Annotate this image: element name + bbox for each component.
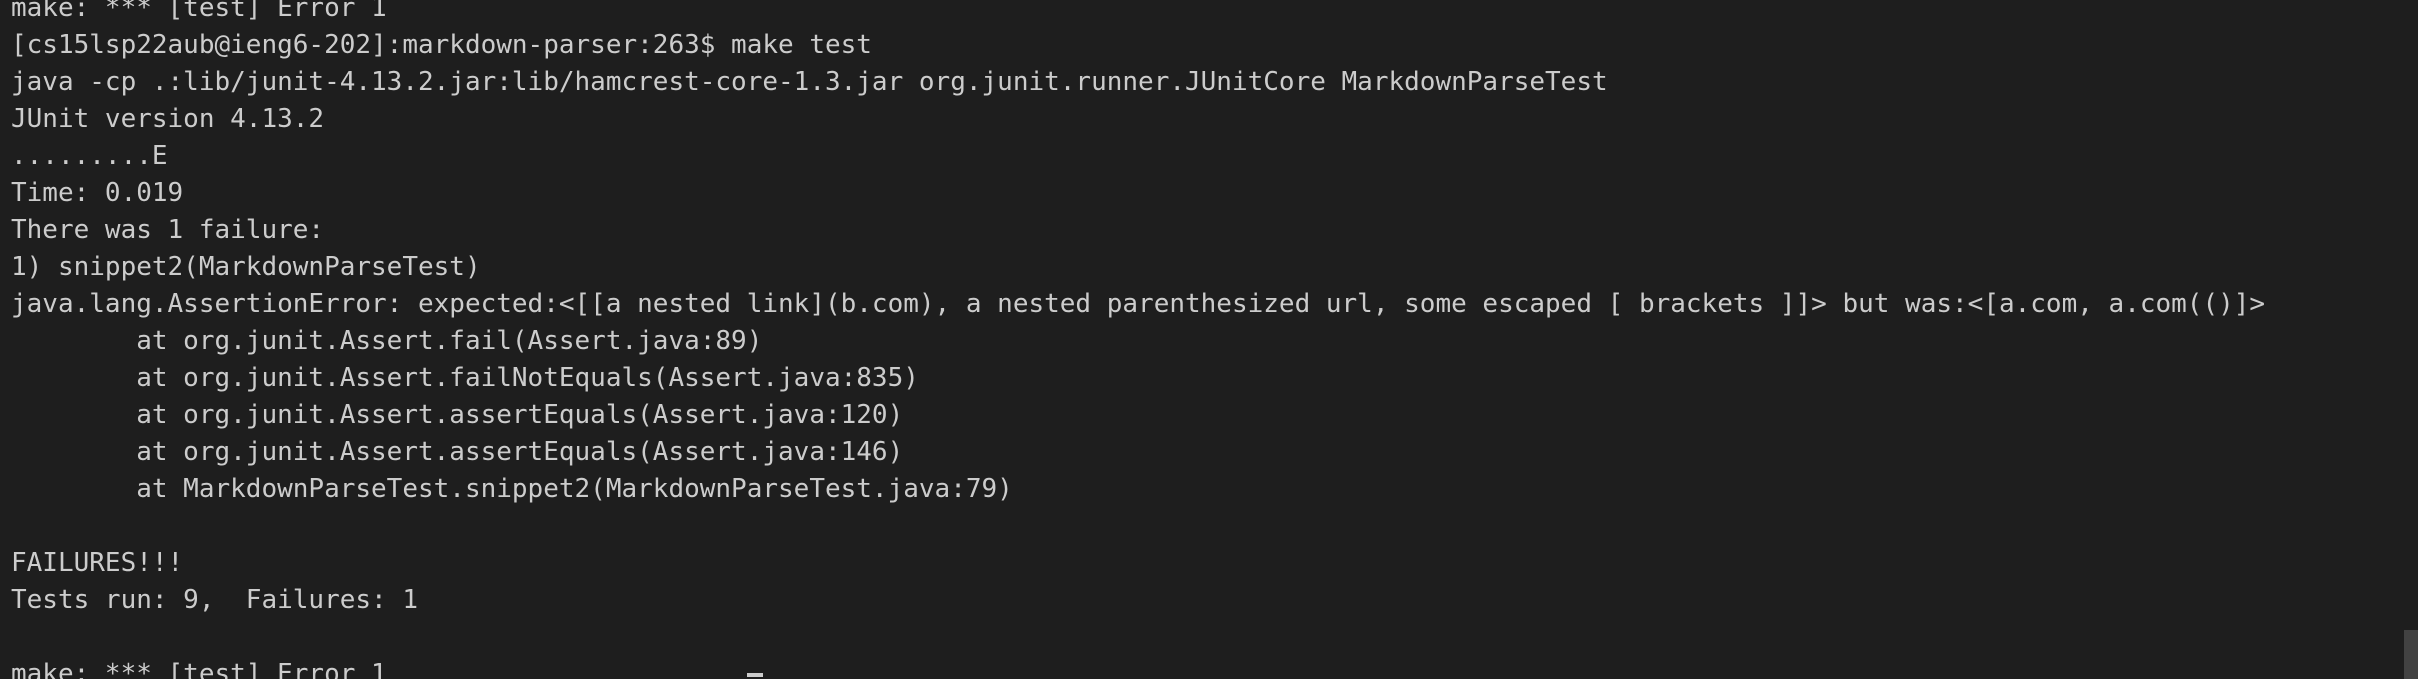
- terminal-line: FAILURES!!!: [11, 548, 184, 578]
- terminal-line: at org.junit.Assert.assertEquals(Assert.…: [11, 437, 904, 467]
- terminal-line: 1) snippet2(MarkdownParseTest): [11, 252, 481, 282]
- terminal-line: java -cp .:lib/junit-4.13.2.jar:lib/hamc…: [11, 67, 1608, 97]
- terminal-output: make: *** [test] Error 1 [cs15lsp22aub@ie…: [11, 0, 2265, 679]
- terminal-line: There was 1 failure:: [11, 215, 325, 245]
- terminal-line: make: *** [test] Error 1: [11, 0, 387, 23]
- terminal-line: Time: 0.019: [11, 178, 184, 208]
- terminal-line: JUnit version 4.13.2: [11, 104, 325, 134]
- terminal-line: Tests run: 9, Failures: 1: [11, 585, 418, 615]
- terminal-line: at org.junit.Assert.fail(Assert.java:89): [11, 326, 763, 356]
- terminal-window[interactable]: make: *** [test] Error 1 [cs15lsp22aub@ie…: [0, 0, 2418, 679]
- terminal-line: at MarkdownParseTest.snippet2(MarkdownPa…: [11, 474, 1013, 504]
- vertical-scrollbar[interactable]: [2404, 0, 2418, 679]
- text-cursor: [747, 673, 763, 677]
- terminal-line: at org.junit.Assert.assertEquals(Assert.…: [11, 400, 904, 430]
- terminal-line: make: *** [test] Error 1: [11, 659, 387, 679]
- terminal-line: [cs15lsp22aub@ieng6-202]:markdown-parser…: [11, 30, 872, 60]
- scrollbar-thumb[interactable]: [2404, 630, 2418, 679]
- terminal-line: .........E: [11, 141, 168, 171]
- terminal-line: at org.junit.Assert.failNotEquals(Assert…: [11, 363, 919, 393]
- terminal-line: java.lang.AssertionError: expected:<[[a …: [11, 289, 2266, 319]
